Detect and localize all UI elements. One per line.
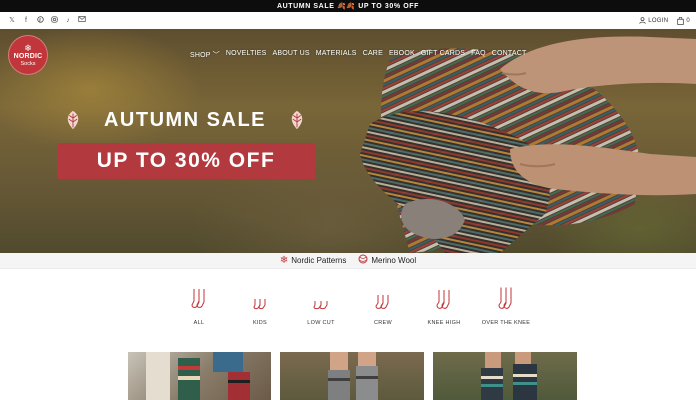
nav-item-ebook[interactable]: EBOOK: [389, 50, 415, 60]
product-tile[interactable]: [128, 352, 271, 400]
x-icon[interactable]: 𝕏: [8, 17, 16, 25]
feature-strip: ❄ Nordic Patterns Merino Wool: [0, 253, 696, 269]
chevron-down-icon: ﹀: [212, 52, 220, 59]
tiktok-icon[interactable]: ♪: [64, 17, 72, 25]
kids-sock-icon: [253, 299, 266, 310]
category-all[interactable]: ALL: [164, 287, 234, 326]
category-row: ALL KIDS LOW CUT CREW KNEE HIGH OVER THE…: [0, 287, 696, 331]
nav-item-materials[interactable]: MATERIALS: [316, 50, 357, 60]
email-icon[interactable]: [78, 16, 86, 25]
hero-title: AUTUMN SALE: [103, 108, 267, 131]
logo-line2: Socks: [20, 60, 36, 67]
knee-high-sock-icon: [436, 290, 450, 309]
pinterest-icon[interactable]: [36, 15, 44, 26]
user-icon: [639, 17, 646, 24]
nav-item-about[interactable]: ABOUT US: [272, 50, 309, 60]
leaf-icon: [291, 110, 303, 130]
nav-item-faq[interactable]: FAQ: [471, 50, 486, 60]
facebook-icon[interactable]: f: [22, 17, 30, 25]
feature-label: Merino Wool: [371, 256, 417, 265]
product-image: [328, 352, 378, 400]
feature-nordic-patterns: ❄ Nordic Patterns: [279, 254, 347, 266]
yarn-ball-icon: [358, 254, 368, 267]
product-image: [481, 352, 537, 400]
login-link[interactable]: LOGIN: [639, 17, 668, 24]
crew-sock-icon: [375, 295, 389, 309]
nav-item-contact[interactable]: CONTACT: [492, 50, 527, 60]
announcement-text: AUTUMN SALE 🍂🍂 UP TO 30% OFF: [276, 3, 420, 10]
category-low-cut[interactable]: LOW CUT: [286, 287, 356, 326]
hero-offer-badge: UP TO 30% OFF: [57, 143, 315, 179]
category-label: LOW CUT: [307, 320, 335, 326]
hero-title-row: AUTUMN SALE: [62, 109, 308, 131]
site-logo[interactable]: ❄ NORDIC Socks: [8, 35, 48, 75]
category-knee-high[interactable]: KNEE HIGH: [409, 287, 479, 326]
feature-merino-wool: Merino Wool: [358, 254, 416, 267]
cart-link[interactable]: 0: [677, 16, 690, 25]
login-label: LOGIN: [648, 17, 669, 24]
over-knee-sock-icon: [498, 287, 512, 309]
logo-line1: NORDIC: [13, 52, 43, 60]
account-area: LOGIN 0: [639, 16, 690, 25]
category-label: KNEE HIGH: [427, 320, 461, 326]
product-image: [146, 352, 250, 400]
top-utility-bar: 𝕏 f ♪ LOGIN 0: [0, 12, 696, 29]
main-nav: SHOP ﹀ NOVELTIES ABOUT US MATERIALS CARE…: [190, 50, 526, 60]
product-tiles: [0, 352, 696, 400]
nav-item-novelties[interactable]: NOVELTIES: [226, 50, 267, 60]
feature-label: Nordic Patterns: [291, 256, 347, 265]
category-crew[interactable]: CREW: [348, 287, 418, 326]
sock-pair-icon: [191, 289, 205, 308]
snowflake-icon: ❄: [279, 254, 289, 266]
category-label: ALL: [193, 320, 205, 326]
nav-item-care[interactable]: CARE: [363, 50, 383, 60]
nav-item-shop[interactable]: SHOP ﹀: [190, 50, 220, 60]
category-label: OVER THE KNEE: [481, 320, 531, 326]
product-tile[interactable]: [433, 352, 577, 400]
product-tile[interactable]: [280, 352, 424, 400]
category-over-the-knee[interactable]: OVER THE KNEE: [471, 287, 541, 326]
category-kids[interactable]: KIDS: [225, 287, 295, 326]
leaf-icon: [67, 110, 79, 130]
nav-item-shop-label: SHOP: [190, 52, 211, 59]
social-links: 𝕏 f ♪: [8, 15, 86, 26]
hero-overlay: [0, 29, 696, 253]
instagram-icon[interactable]: [50, 15, 58, 26]
bag-icon: [677, 16, 685, 25]
cart-count: 0: [686, 17, 690, 24]
category-label: CREW: [373, 320, 392, 326]
category-label: KIDS: [252, 320, 268, 326]
nav-item-gift-cards[interactable]: GIFT CARDS: [421, 50, 465, 60]
snowflake-icon: ❄: [24, 42, 32, 53]
low-cut-sock-icon: [313, 301, 328, 310]
hero-banner[interactable]: ❄ NORDIC Socks SHOP ﹀ NOVELTIES ABOUT US…: [0, 29, 696, 253]
announcement-bar: AUTUMN SALE 🍂🍂 UP TO 30% OFF: [0, 0, 696, 12]
